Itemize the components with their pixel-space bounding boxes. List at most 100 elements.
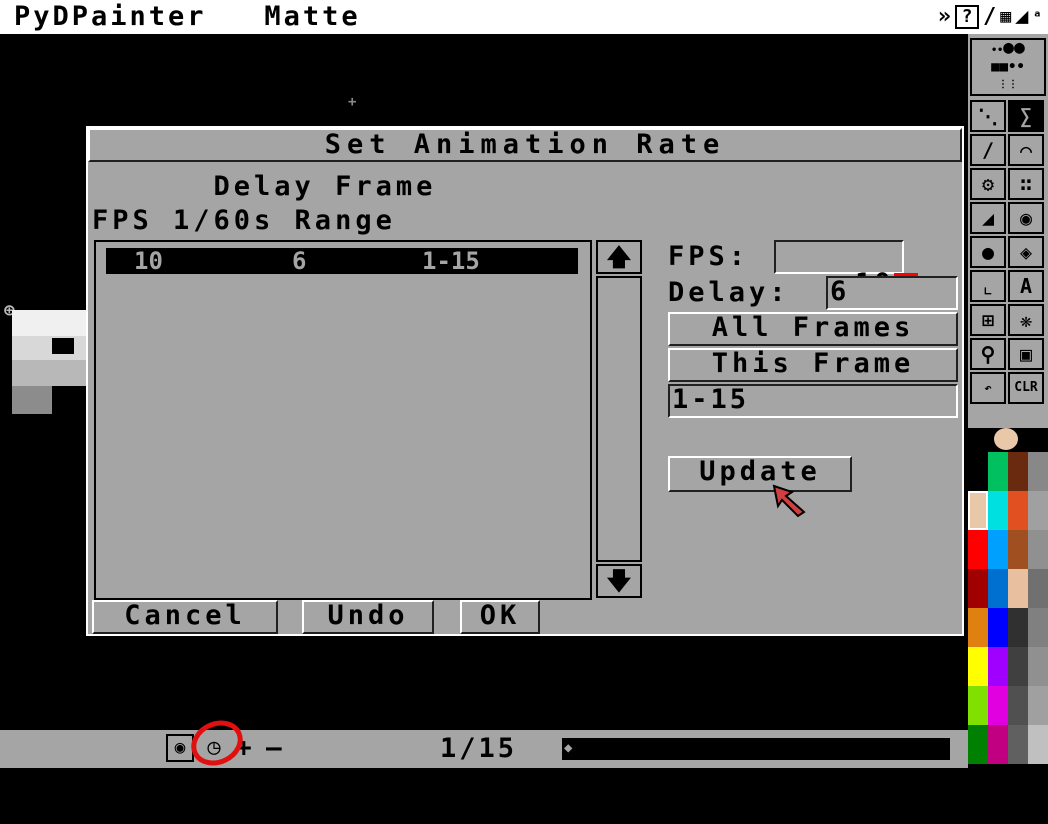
- undo-icon[interactable]: ↶: [970, 372, 1006, 404]
- color-palette: [968, 452, 1048, 768]
- rectangle-icon[interactable]: ◢: [970, 202, 1006, 234]
- continuous-freehand-icon[interactable]: ∑: [1008, 100, 1044, 132]
- help-icon[interactable]: ?: [955, 5, 980, 29]
- mode-label: Matte: [264, 1, 361, 32]
- palette-swatch[interactable]: [988, 647, 1008, 686]
- title-icons: » ? ∕ ▦ ◢ ᵃ: [938, 4, 1042, 30]
- palette-swatch[interactable]: [968, 686, 988, 725]
- palette-swatch[interactable]: [1008, 569, 1028, 608]
- palette-swatch[interactable]: [1008, 491, 1028, 530]
- palette-swatch[interactable]: [968, 491, 988, 530]
- scroll-down-button[interactable]: 🡇: [596, 564, 642, 598]
- symmetry-icon[interactable]: ❋: [1008, 304, 1044, 336]
- title-bar: PyDPainter Matte » ? ∕ ▦ ◢ ᵃ: [0, 0, 1048, 34]
- palette-swatch[interactable]: [1028, 452, 1048, 491]
- rate-list[interactable]: 10 6 1-15: [94, 240, 592, 600]
- palette-swatch[interactable]: [1008, 530, 1028, 569]
- ellipse-icon[interactable]: ●: [970, 236, 1006, 268]
- all-frames-button[interactable]: All Frames: [668, 312, 958, 346]
- pen-icon[interactable]: ∕: [983, 5, 996, 29]
- range-field[interactable]: 1-15: [668, 384, 958, 418]
- font-icon[interactable]: ᵃ: [1032, 5, 1042, 29]
- frame-slider[interactable]: ◆: [562, 738, 950, 760]
- delete-frame-icon[interactable]: —: [266, 732, 282, 764]
- mouse-pointer-icon: [772, 484, 806, 518]
- palette-swatch[interactable]: [1028, 491, 1048, 530]
- palette-swatch[interactable]: [988, 608, 1008, 647]
- clear-icon[interactable]: CLR: [1008, 372, 1044, 404]
- palette-swatch[interactable]: [1008, 452, 1028, 491]
- palette-swatch[interactable]: [968, 569, 988, 608]
- palette-swatch[interactable]: [968, 608, 988, 647]
- first-frame-icon[interactable]: |◀◀: [57, 766, 97, 791]
- palette-swatch[interactable]: [988, 725, 1008, 764]
- set-animation-rate-dialog: Set Animation Rate Delay Frame FPS 1/60s…: [86, 126, 964, 636]
- app-title: PyDPainter Matte: [14, 2, 361, 32]
- frame-slider-knob[interactable]: ◆: [564, 740, 578, 756]
- palette-swatch[interactable]: [988, 686, 1008, 725]
- palette-swatch[interactable]: [988, 452, 1008, 491]
- fps-field[interactable]: 10: [774, 240, 918, 298]
- current-color-indicator: [968, 428, 1048, 452]
- palette-swatch[interactable]: [968, 647, 988, 686]
- palette-swatch[interactable]: [988, 491, 1008, 530]
- delay-field[interactable]: 6: [826, 276, 958, 310]
- palette-swatch[interactable]: [988, 530, 1008, 569]
- palette-swatch[interactable]: [968, 530, 988, 569]
- scrollbar-track[interactable]: [596, 276, 642, 562]
- palette-swatch[interactable]: [1028, 686, 1048, 725]
- cancel-button[interactable]: Cancel: [92, 600, 278, 634]
- update-button[interactable]: Update: [668, 456, 852, 492]
- row-fps: 10: [134, 247, 163, 275]
- palette-swatch[interactable]: [1028, 608, 1048, 647]
- double-chevron-icon[interactable]: »: [938, 5, 951, 29]
- prev-frame-icon[interactable]: ◀: [110, 766, 123, 791]
- curve-icon[interactable]: ⌒: [1008, 134, 1044, 166]
- list-item[interactable]: 10 6 1-15: [106, 248, 578, 274]
- palette-swatch[interactable]: [1028, 647, 1048, 686]
- palette-swatch[interactable]: [1028, 725, 1048, 764]
- toolbox: ••●● ■■•• ⋮⋮ ⋱ ∑ ∕ ⌒ ⚙ ∷ ◢ ◉ ● ◈ ⌞ A ⊞ ❋ ⚲…: [968, 34, 1048, 428]
- fill-icon[interactable]: ⚙: [970, 168, 1006, 200]
- palette-swatch[interactable]: [1008, 647, 1028, 686]
- polygon-icon[interactable]: ◈: [1008, 236, 1044, 268]
- text-tool-icon[interactable]: A: [1008, 270, 1044, 302]
- artwork-letter-p: [12, 310, 86, 414]
- arrow-down-icon: 🡇: [606, 567, 632, 595]
- this-frame-button[interactable]: This Frame: [668, 348, 958, 382]
- column-header-line2: FPS 1/60s Range: [92, 205, 396, 236]
- palette-swatch[interactable]: [1008, 608, 1028, 647]
- palette-swatch[interactable]: [1008, 686, 1028, 725]
- row-delay: 6: [292, 247, 307, 275]
- palette-swatch[interactable]: [988, 569, 1008, 608]
- magnify-icon[interactable]: ⚲: [970, 338, 1006, 370]
- palette-swatch[interactable]: [968, 452, 988, 491]
- app-name: PyDPainter: [14, 1, 207, 32]
- current-color-dot: [994, 428, 1018, 450]
- palette-swatch[interactable]: [968, 725, 988, 764]
- line-icon[interactable]: ∕: [970, 134, 1006, 166]
- annotation-circle: [191, 720, 243, 766]
- next-frame-icon[interactable]: ▶▶|: [163, 766, 203, 791]
- airbrush-icon[interactable]: ∷: [1008, 168, 1044, 200]
- palette-swatch[interactable]: [1028, 530, 1048, 569]
- palette-swatch[interactable]: [1028, 569, 1048, 608]
- brush-sizes-icon[interactable]: ••●● ■■•• ⋮⋮: [970, 38, 1046, 96]
- ok-button[interactable]: OK: [460, 600, 540, 634]
- palette-swatch[interactable]: [1008, 725, 1028, 764]
- zoom-icon[interactable]: ▣: [1008, 338, 1044, 370]
- column-header-line1: Delay Frame: [92, 171, 437, 202]
- dialog-title: Set Animation Rate: [88, 128, 962, 162]
- circle-icon[interactable]: ◉: [1008, 202, 1044, 234]
- signal-icon[interactable]: ◢: [1015, 5, 1028, 29]
- brush-grab-icon[interactable]: ⌞: [970, 270, 1006, 302]
- play-icon[interactable]: ▶: [136, 766, 149, 791]
- fps-label: FPS:: [668, 241, 750, 272]
- perspective-icon[interactable]: ▦: [1000, 5, 1011, 29]
- animation-bar: |◀◀ ◀ ▶ ▶▶| ◉ ◷ + — 1/15 ◆: [0, 730, 968, 791]
- undo-button[interactable]: Undo: [302, 600, 434, 634]
- dotted-freehand-icon[interactable]: ⋱: [970, 100, 1006, 132]
- scroll-up-button[interactable]: 🡅: [596, 240, 642, 274]
- grid-icon[interactable]: ⊞: [970, 304, 1006, 336]
- frame-counter: 1/15: [440, 733, 518, 764]
